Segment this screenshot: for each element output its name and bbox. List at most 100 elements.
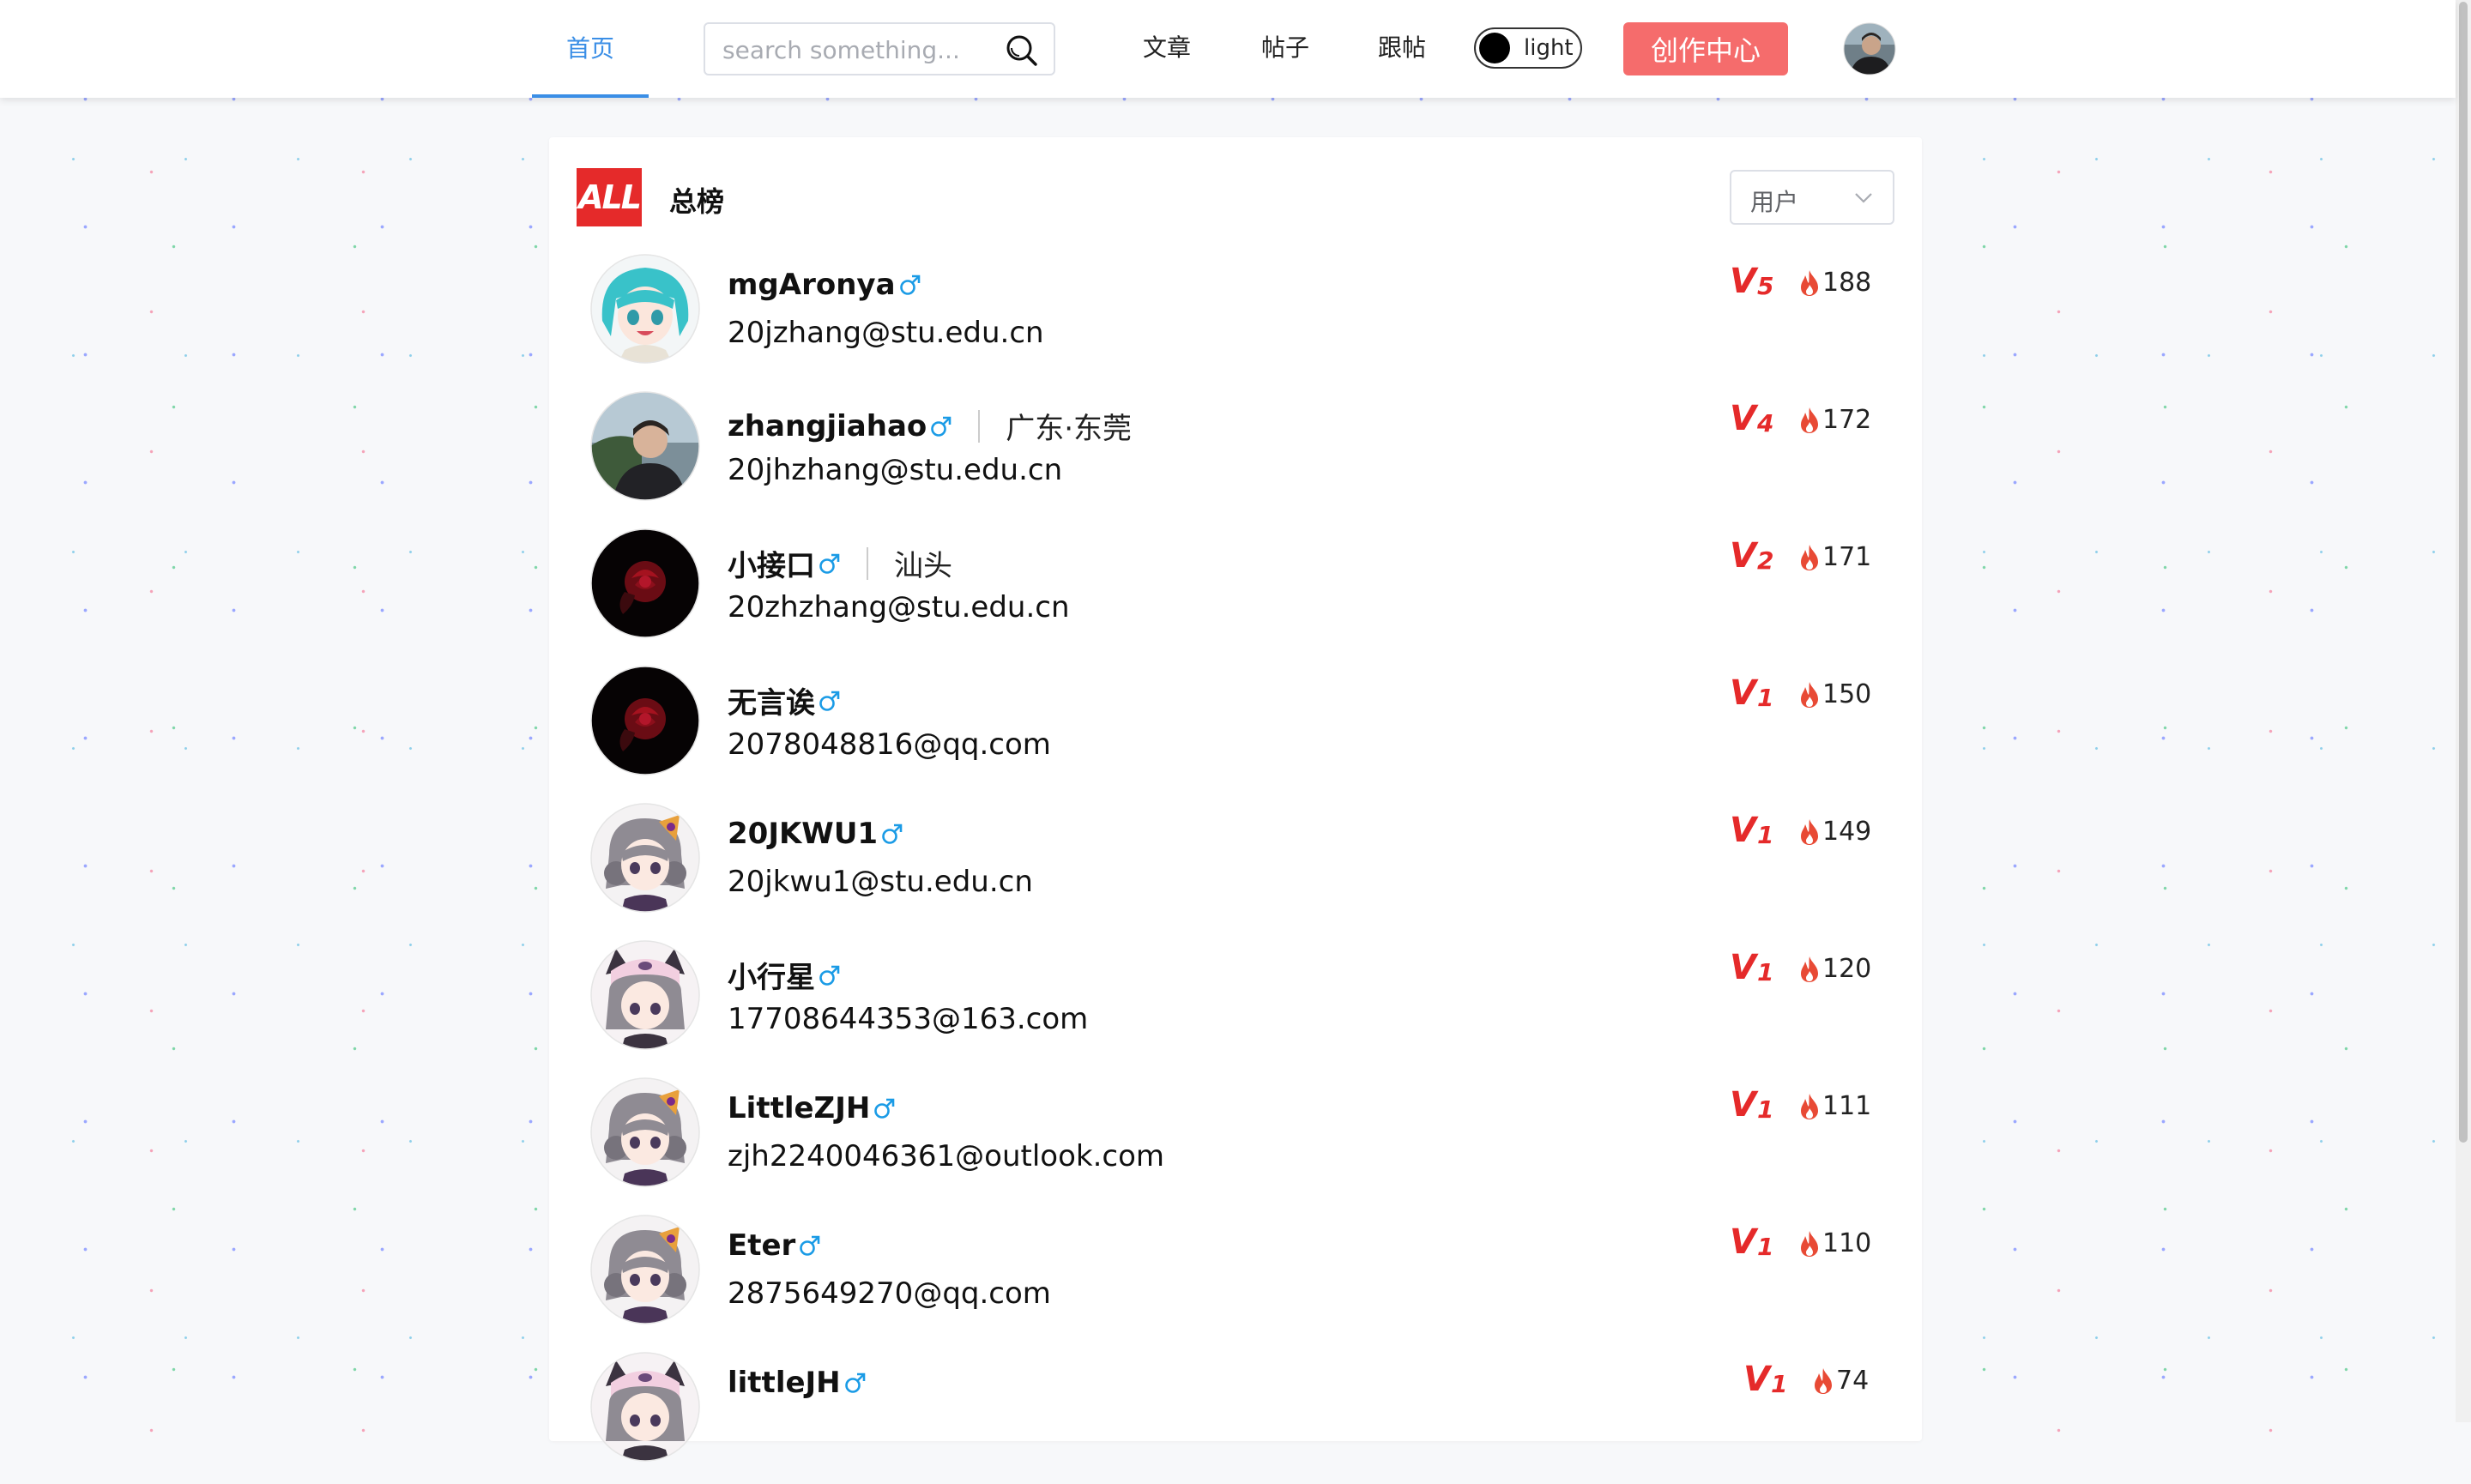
top-navbar: 首页 文章 帖子 跟帖 light 创作中心 (0, 0, 2456, 98)
male-icon (899, 274, 920, 295)
user-name[interactable]: 小行星 (728, 954, 815, 996)
fire-icon (1815, 1367, 1832, 1394)
user-avatar[interactable] (590, 528, 700, 638)
user-ranking-list: mgAronya 20jzhang@stu.edu.cn V5 188 zhan… (549, 249, 1922, 1484)
heat-value: 172 (1822, 405, 1872, 435)
vip-badge: V1 (1730, 1088, 1773, 1122)
user-location: 汕头 (894, 549, 952, 583)
nav-tab-home[interactable]: 首页 (532, 0, 649, 98)
fire-icon (1801, 544, 1818, 570)
vip-level: 5 (1756, 272, 1774, 300)
male-icon (819, 691, 840, 711)
male-icon (844, 1372, 865, 1393)
scrollbar-thumb[interactable] (2459, 2, 2468, 1143)
search-box (704, 22, 1055, 75)
heat-score: 74 (1812, 1366, 1869, 1396)
separator (978, 409, 981, 443)
user-avatar[interactable] (590, 1215, 700, 1324)
vip-level: 1 (1770, 1370, 1788, 1398)
theme-toggle-knob (1479, 33, 1510, 63)
vip-badge: V5 (1730, 264, 1773, 299)
user-name[interactable]: Eter (728, 1228, 795, 1263)
user-row[interactable]: zhangjiahao 广东·东莞 20jhzhang@stu.edu.cn V… (549, 386, 1922, 523)
user-avatar[interactable] (590, 666, 700, 775)
nav-link-posts[interactable]: 帖子 (1261, 26, 1309, 70)
user-name[interactable]: 无言诶 (728, 679, 815, 721)
user-name[interactable]: littleJH (728, 1366, 841, 1400)
user-name[interactable]: mgAronya (728, 268, 896, 302)
user-avatar[interactable] (590, 1077, 700, 1187)
page-scrollbar[interactable] (2456, 0, 2471, 1422)
heat-score: 149 (1798, 817, 1871, 847)
user-name-line: littleJH (728, 1366, 867, 1400)
user-email: 17708644353@163.com (728, 1002, 1089, 1036)
heat-value: 120 (1822, 954, 1872, 984)
vip-level: 1 (1756, 1233, 1774, 1261)
user-name-line: zhangjiahao 广东·东莞 (728, 405, 1132, 447)
user-avatar[interactable] (590, 1352, 700, 1462)
vip-badge: V1 (1730, 813, 1773, 848)
heat-score: 172 (1798, 405, 1871, 435)
search-input[interactable] (705, 24, 999, 75)
user-avatar[interactable] (590, 254, 700, 364)
user-location: 广东·东莞 (1006, 412, 1133, 446)
vip-v-icon: V (1730, 1222, 1756, 1262)
fire-icon (1801, 407, 1818, 433)
user-row[interactable]: Eter 2875649270@qq.com V1 110 (549, 1210, 1922, 1347)
fire-icon (1801, 681, 1818, 708)
user-avatar[interactable] (1843, 22, 1896, 75)
heat-score: 111 (1798, 1091, 1871, 1121)
search-icon[interactable] (1004, 33, 1038, 67)
vip-level: 2 (1756, 546, 1774, 575)
user-name-line: LittleZJH (728, 1091, 896, 1125)
heat-score: 171 (1798, 542, 1871, 572)
user-avatar[interactable] (590, 940, 700, 1050)
user-row[interactable]: littleJH V1 74 (549, 1347, 1922, 1484)
user-avatar[interactable] (590, 391, 700, 501)
user-name[interactable]: LittleZJH (728, 1091, 870, 1125)
vip-badge: V4 (1730, 401, 1773, 436)
vip-badge: V1 (1743, 1362, 1787, 1397)
user-avatar[interactable] (590, 803, 700, 913)
leaderboard-card: ALL 总榜 用户 mgAronya 20jzhang@stu.edu.cn V… (549, 137, 1922, 1462)
heat-score: 188 (1798, 268, 1871, 298)
vip-v-icon: V (1730, 536, 1756, 576)
all-logo: ALL (577, 168, 642, 226)
heat-value: 74 (1836, 1366, 1870, 1396)
vip-v-icon: V (1730, 948, 1756, 987)
user-name-line: 小行星 (728, 954, 841, 996)
heat-value: 149 (1822, 817, 1872, 847)
heat-score: 150 (1798, 679, 1871, 709)
fire-icon (1801, 1093, 1818, 1119)
user-row[interactable]: 无言诶 2078048816@qq.com V1 150 (549, 661, 1922, 798)
nav-link-replies[interactable]: 跟帖 (1378, 26, 1426, 70)
vip-v-icon: V (1730, 399, 1756, 438)
creator-center-button[interactable]: 创作中心 (1623, 22, 1788, 75)
user-email: 20jkwu1@stu.edu.cn (728, 865, 1033, 899)
separator (867, 546, 868, 580)
vip-level: 4 (1756, 409, 1774, 437)
user-row[interactable]: 20JKWU1 20jkwu1@stu.edu.cn V1 149 (549, 798, 1922, 935)
user-name-line: mgAronya (728, 268, 921, 302)
theme-toggle[interactable]: light (1474, 27, 1582, 69)
user-email: 2875649270@qq.com (728, 1276, 1051, 1311)
leaderboard-type-select[interactable]: 用户 (1730, 170, 1894, 225)
user-row[interactable]: mgAronya 20jzhang@stu.edu.cn V5 188 (549, 249, 1922, 386)
user-name-line: 无言诶 (728, 679, 841, 721)
vip-badge: V2 (1730, 539, 1773, 573)
user-name[interactable]: zhangjiahao (728, 409, 927, 443)
vip-badge: V1 (1730, 1225, 1773, 1259)
heat-value: 111 (1822, 1091, 1872, 1121)
user-name[interactable]: 小接口 (728, 542, 815, 584)
fire-icon (1801, 956, 1818, 982)
male-icon (819, 553, 840, 574)
user-row[interactable]: LittleZJH zjh2240046361@outlook.com V1 1… (549, 1072, 1922, 1210)
leaderboard-title: 总榜 (669, 185, 725, 218)
vip-v-icon: V (1743, 1360, 1770, 1399)
user-row[interactable]: 小行星 17708644353@163.com V1 120 (549, 935, 1922, 1072)
user-row[interactable]: 小接口 汕头 20zhzhang@stu.edu.cn V2 171 (549, 523, 1922, 661)
vip-level: 1 (1756, 1095, 1774, 1124)
nav-link-articles[interactable]: 文章 (1143, 26, 1191, 70)
user-name-line: 20JKWU1 (728, 817, 903, 851)
user-name[interactable]: 20JKWU1 (728, 817, 878, 851)
